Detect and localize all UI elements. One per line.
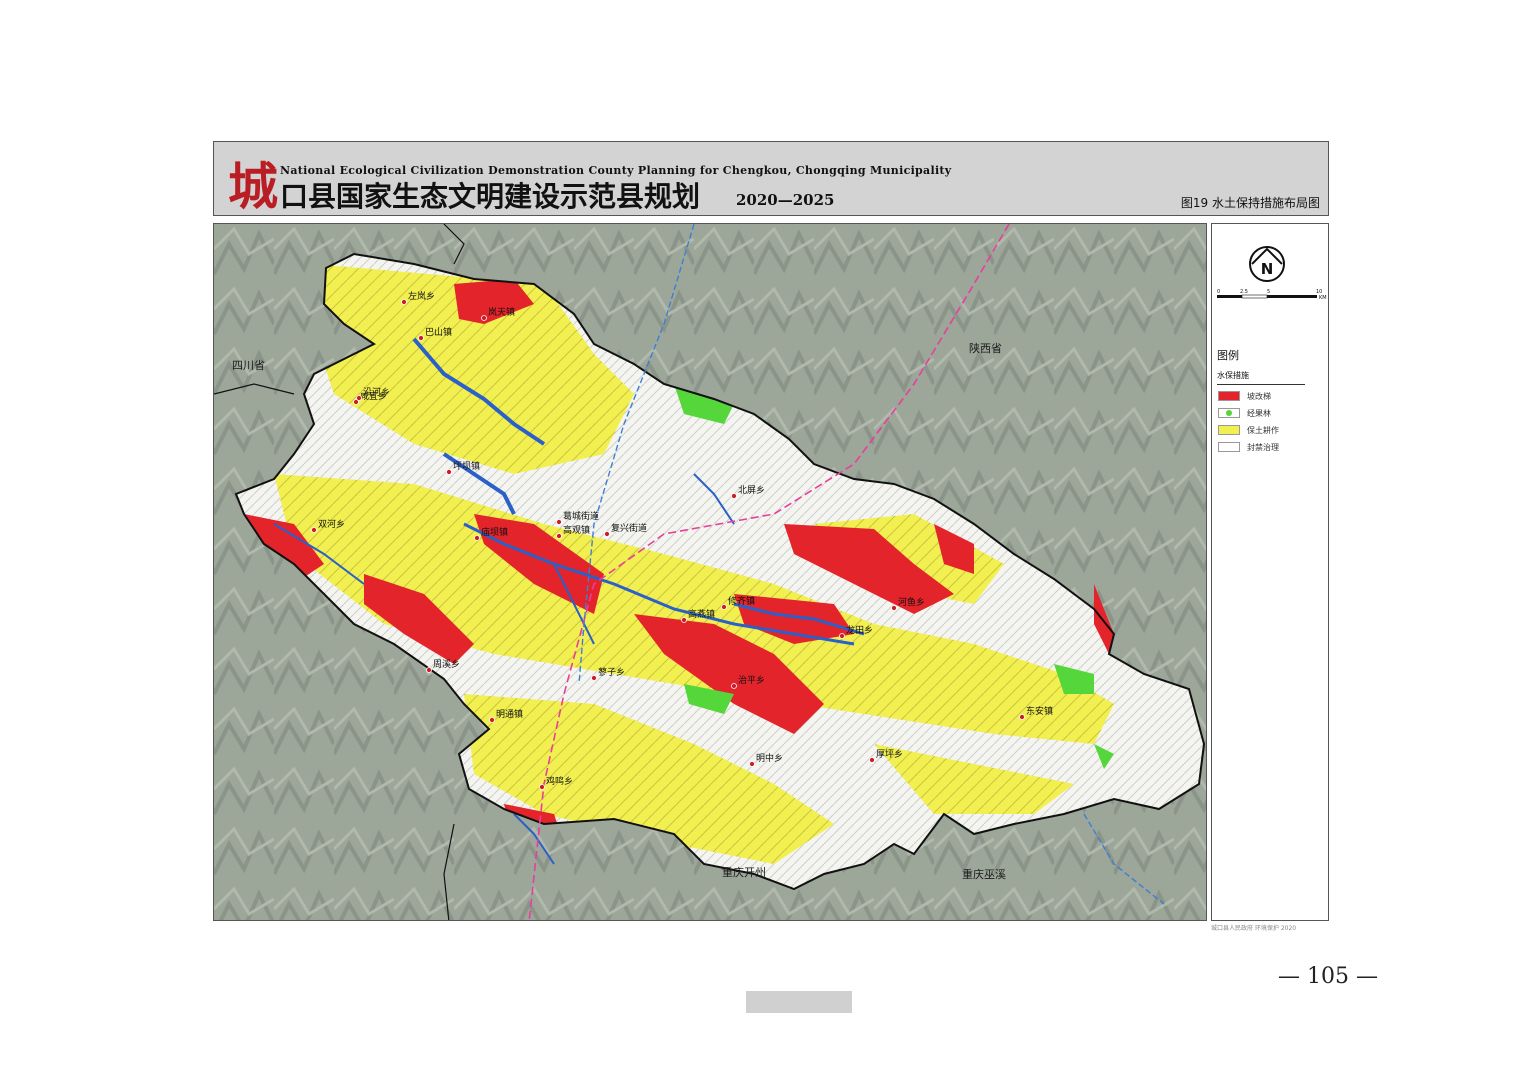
legend-subheading: 水保措施: [1217, 370, 1305, 385]
place-marker-icon: [401, 299, 407, 305]
place-marker-icon: [426, 667, 432, 673]
place-marker-icon: [539, 784, 545, 790]
title-chinese: 口县国家生态文明建设示范县规划: [280, 180, 701, 213]
place-marker-icon: [1019, 714, 1025, 720]
scale-unit: KM: [1319, 295, 1327, 301]
place-name: 治平乡: [738, 674, 765, 686]
place-name: 明中乡: [756, 752, 783, 764]
place-name: 坪坝镇: [453, 460, 480, 472]
place-name: 双河乡: [318, 518, 345, 530]
place-marker-icon: [681, 617, 687, 623]
place-name: 庙坝镇: [481, 526, 508, 538]
place-marker-icon: [604, 531, 610, 537]
soil-conservation-map[interactable]: 四川省 陕西省 重庆开州 重庆巫溪 左岚乡岚天镇巴山镇咸宜乡坪坝镇沿河乡北屏乡葛…: [214, 224, 1207, 921]
place-marker-icon: [591, 675, 597, 681]
place-name: 修齐镇: [728, 595, 755, 607]
legend-item-economic-forest: 经果林: [1218, 407, 1271, 419]
map-frame[interactable]: 四川省 陕西省 重庆开州 重庆巫溪 左岚乡 岚天镇 巴山镇 咸宜乡 坪坝镇 沿河乡 北屏乡葛…: [213, 223, 1207, 921]
place-marker-icon: [869, 757, 875, 763]
place-marker-icon: [311, 527, 317, 533]
place-marker-icon: [556, 533, 562, 539]
place-name: 鸡鸣乡: [546, 775, 573, 787]
scale-label: 0: [1217, 289, 1220, 295]
place-name: 北屏乡: [738, 485, 765, 496]
place-name: 周溪乡: [433, 658, 460, 670]
place-marker-icon: [731, 493, 737, 499]
north-arrow-icon: N: [1249, 246, 1285, 282]
logo-char: 城: [228, 157, 278, 216]
place-name: 复兴街道: [611, 522, 647, 534]
north-letter: N: [1261, 260, 1274, 278]
legend-swatch: [1218, 408, 1240, 418]
place-marker-icon: [446, 469, 452, 475]
place-name: 东安镇: [1026, 705, 1053, 717]
place-name: 巴山镇: [425, 326, 452, 338]
scale-label: 2.5: [1240, 289, 1248, 295]
map-credit: 城口县人民政府 环境保护 2020: [1211, 925, 1297, 932]
legend-heading: 图例: [1217, 349, 1239, 362]
legend-label: 保土耕作: [1247, 425, 1279, 435]
place-name: 岚天镇: [488, 306, 515, 318]
place-name: 左岚乡: [408, 290, 435, 302]
place-name: 高燕镇: [688, 608, 715, 620]
region-wuxi: 重庆巫溪: [962, 867, 1006, 881]
legend-item-tillage: 保土耕作: [1218, 424, 1279, 436]
place-marker-icon: [489, 717, 495, 723]
green-dot-icon: [1226, 410, 1232, 416]
legend-swatch: [1218, 391, 1240, 401]
place-marker-icon: [418, 335, 424, 341]
place-marker-icon: [721, 604, 727, 610]
legend-label: 坡改梯: [1247, 391, 1271, 401]
legend-label: 封禁治理: [1247, 442, 1279, 452]
legend-label: 经果林: [1247, 408, 1271, 418]
place-marker-icon: [891, 605, 897, 611]
scale-label: 5: [1267, 289, 1270, 295]
place-name: 高观镇: [563, 524, 590, 536]
place-marker-icon: [474, 535, 480, 541]
place-marker-icon: [481, 315, 487, 321]
region-sichuan: 四川省: [232, 359, 265, 372]
place-marker-icon: [356, 395, 362, 401]
region-kaizhou: 重庆开州: [722, 865, 766, 879]
legend-panel: N 0 2.5 5 10 KM 图例 水保措施 坡改梯 经果林 保土耕作 封禁治…: [1211, 223, 1329, 921]
place-name: 蓼子乡: [598, 666, 625, 678]
title-english: National Ecological Civilization Demonst…: [280, 164, 952, 177]
place-name: 明通镇: [496, 708, 523, 720]
place-marker-icon: [556, 519, 562, 525]
place-marker-icon: [731, 683, 737, 689]
place-name: 厚坪乡: [876, 749, 903, 760]
figure-caption: 图19 水土保持措施布局图: [1180, 196, 1320, 210]
document-page: 城 National Ecological Civilization Demon…: [0, 0, 1520, 1074]
place-name: 葛城街道: [563, 510, 599, 522]
title-banner: 城 National Ecological Civilization Demon…: [213, 141, 1329, 216]
place-marker-icon: [839, 633, 845, 639]
legend-item-closure: 封禁治理: [1218, 441, 1279, 453]
title-years: 2020—2025: [736, 191, 835, 209]
footer-bar: [746, 991, 852, 1013]
scale-bar: 0 2.5 5 10 KM: [1217, 289, 1327, 301]
page-number: — 105 —: [1278, 964, 1378, 989]
legend-item-terracing: 坡改梯: [1218, 390, 1271, 402]
place-name: 沿河乡: [363, 386, 390, 398]
place-name: 龙田乡: [846, 624, 873, 636]
region-shaanxi: 陕西省: [969, 341, 1002, 355]
place-marker-icon: [749, 761, 755, 767]
place-name: 河鱼乡: [898, 596, 925, 608]
legend-swatch: [1218, 442, 1240, 452]
legend-swatch: [1218, 425, 1240, 435]
